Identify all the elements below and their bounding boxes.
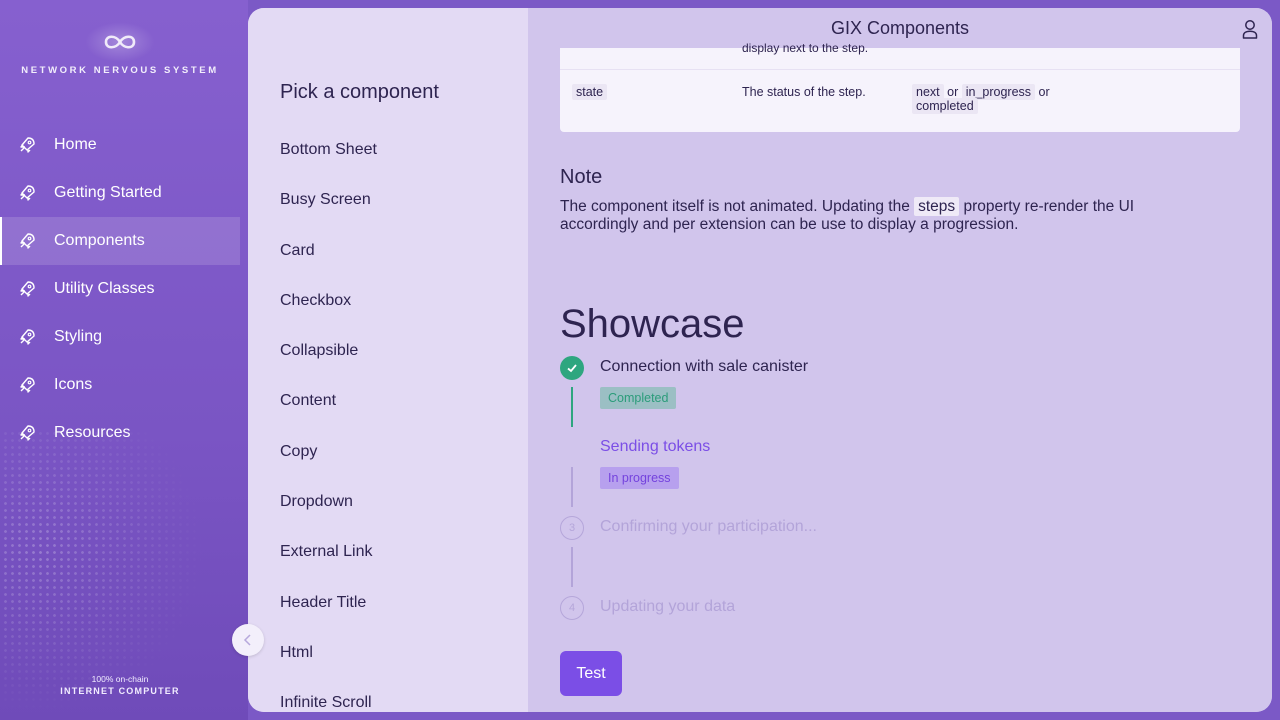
note-paragraph: The component itself is not animated. Up… xyxy=(560,197,1200,234)
row-divider xyxy=(560,69,1240,70)
nav-list: Home Getting Started Components Utility … xyxy=(0,121,240,457)
nav-item-home[interactable]: Home xyxy=(0,121,240,169)
list-item[interactable]: Html xyxy=(280,641,377,691)
prop-name: state xyxy=(572,84,608,100)
rocket-icon xyxy=(16,134,38,156)
picker-title: Pick a component xyxy=(280,81,439,103)
step-number-badge: 4 xyxy=(560,596,584,620)
user-icon xyxy=(1242,20,1258,39)
badge-line-1: 100% on-chain xyxy=(91,674,149,684)
status-badge: In progress xyxy=(600,467,679,489)
nns-logo[interactable]: NETWORK NERVOUS SYSTEM xyxy=(0,22,240,76)
nav-item-resources[interactable]: Resources xyxy=(0,409,240,457)
list-item[interactable]: Bottom Sheet xyxy=(280,138,377,188)
rocket-icon xyxy=(16,230,38,252)
props-table: display next to the step. state The stat… xyxy=(560,41,1240,132)
status-badge: Completed xyxy=(600,387,677,409)
or-text: or xyxy=(1038,85,1050,99)
chevron-left-icon xyxy=(243,634,251,646)
step-connector xyxy=(571,387,573,427)
nav-item-label: Resources xyxy=(54,424,131,441)
component-docs: display next to the step. state The stat… xyxy=(528,8,1272,712)
badge-line-2: INTERNET COMPUTER xyxy=(60,686,180,696)
list-item[interactable]: Dropdown xyxy=(280,490,377,540)
list-item[interactable]: Infinite Scroll xyxy=(280,691,377,712)
main-panel: Pick a component Bottom Sheet Busy Scree… xyxy=(248,8,1272,712)
prop-values: next or in_progress or completed xyxy=(912,84,1112,114)
nav-item-label: Styling xyxy=(54,328,103,345)
checkmark-icon xyxy=(567,364,577,373)
nav-item-label: Home xyxy=(54,136,97,153)
main-navigation: NETWORK NERVOUS SYSTEM Home Getting Star… xyxy=(0,0,248,720)
list-item[interactable]: Content xyxy=(280,389,377,439)
list-item[interactable]: Collapsible xyxy=(280,339,377,389)
nav-item-icons[interactable]: Icons xyxy=(0,361,240,409)
rocket-icon xyxy=(16,182,38,204)
step-label: Confirming your participation... xyxy=(600,518,817,535)
note-heading: Note xyxy=(560,166,603,188)
or-text: or xyxy=(947,85,959,99)
nav-item-utility-classes[interactable]: Utility Classes xyxy=(0,265,240,313)
page-title: GIX Components xyxy=(830,18,970,38)
rocket-icon xyxy=(16,374,38,396)
logo-text: NETWORK NERVOUS SYSTEM xyxy=(21,65,219,76)
rocket-icon xyxy=(16,326,38,348)
infinity-logo-icon xyxy=(104,35,136,49)
list-item[interactable]: Header Title xyxy=(280,591,377,641)
prop-description: The status of the step. xyxy=(742,85,866,99)
step-label: Sending tokens xyxy=(600,438,711,455)
value-code: completed xyxy=(912,98,978,114)
list-item[interactable]: Card xyxy=(280,239,377,289)
nav-item-components[interactable]: Components xyxy=(0,217,240,265)
prop-name-cell: state xyxy=(572,84,608,100)
list-item[interactable]: Copy xyxy=(280,440,377,490)
rocket-icon xyxy=(16,422,38,444)
collapse-menu-button[interactable] xyxy=(232,624,264,656)
nav-item-label: Getting Started xyxy=(54,184,162,201)
list-item[interactable]: Checkbox xyxy=(280,289,377,339)
nav-item-styling[interactable]: Styling xyxy=(0,313,240,361)
showcase-heading: Showcase xyxy=(560,302,745,346)
test-button[interactable]: Test xyxy=(560,651,622,696)
component-picker: Pick a component Bottom Sheet Busy Scree… xyxy=(248,8,528,712)
step-completed-badge xyxy=(560,356,584,380)
account-menu-button[interactable] xyxy=(1240,18,1260,40)
step-number-badge: 3 xyxy=(560,516,584,540)
nav-item-label: Utility Classes xyxy=(54,280,155,297)
note-code: steps xyxy=(914,197,960,216)
nav-item-label: Icons xyxy=(54,376,93,393)
step-label: Connection with sale canister xyxy=(600,358,809,375)
list-item[interactable]: External Link xyxy=(280,540,377,590)
nav-item-label: Components xyxy=(54,232,145,249)
step-connector xyxy=(571,547,573,587)
nav-item-getting-started[interactable]: Getting Started xyxy=(0,169,240,217)
internet-computer-badge[interactable]: 100% on-chain INTERNET COMPUTER xyxy=(0,674,240,696)
step-connector xyxy=(571,467,573,507)
rocket-icon xyxy=(16,278,38,300)
step-label: Updating your data xyxy=(600,598,736,615)
table-cell-cut: display next to the step. xyxy=(742,41,869,55)
list-item[interactable]: Busy Screen xyxy=(280,188,377,238)
component-list: Bottom Sheet Busy Screen Card Checkbox C… xyxy=(280,138,377,712)
note-text-before: The component itself is not animated. Up… xyxy=(560,198,915,215)
